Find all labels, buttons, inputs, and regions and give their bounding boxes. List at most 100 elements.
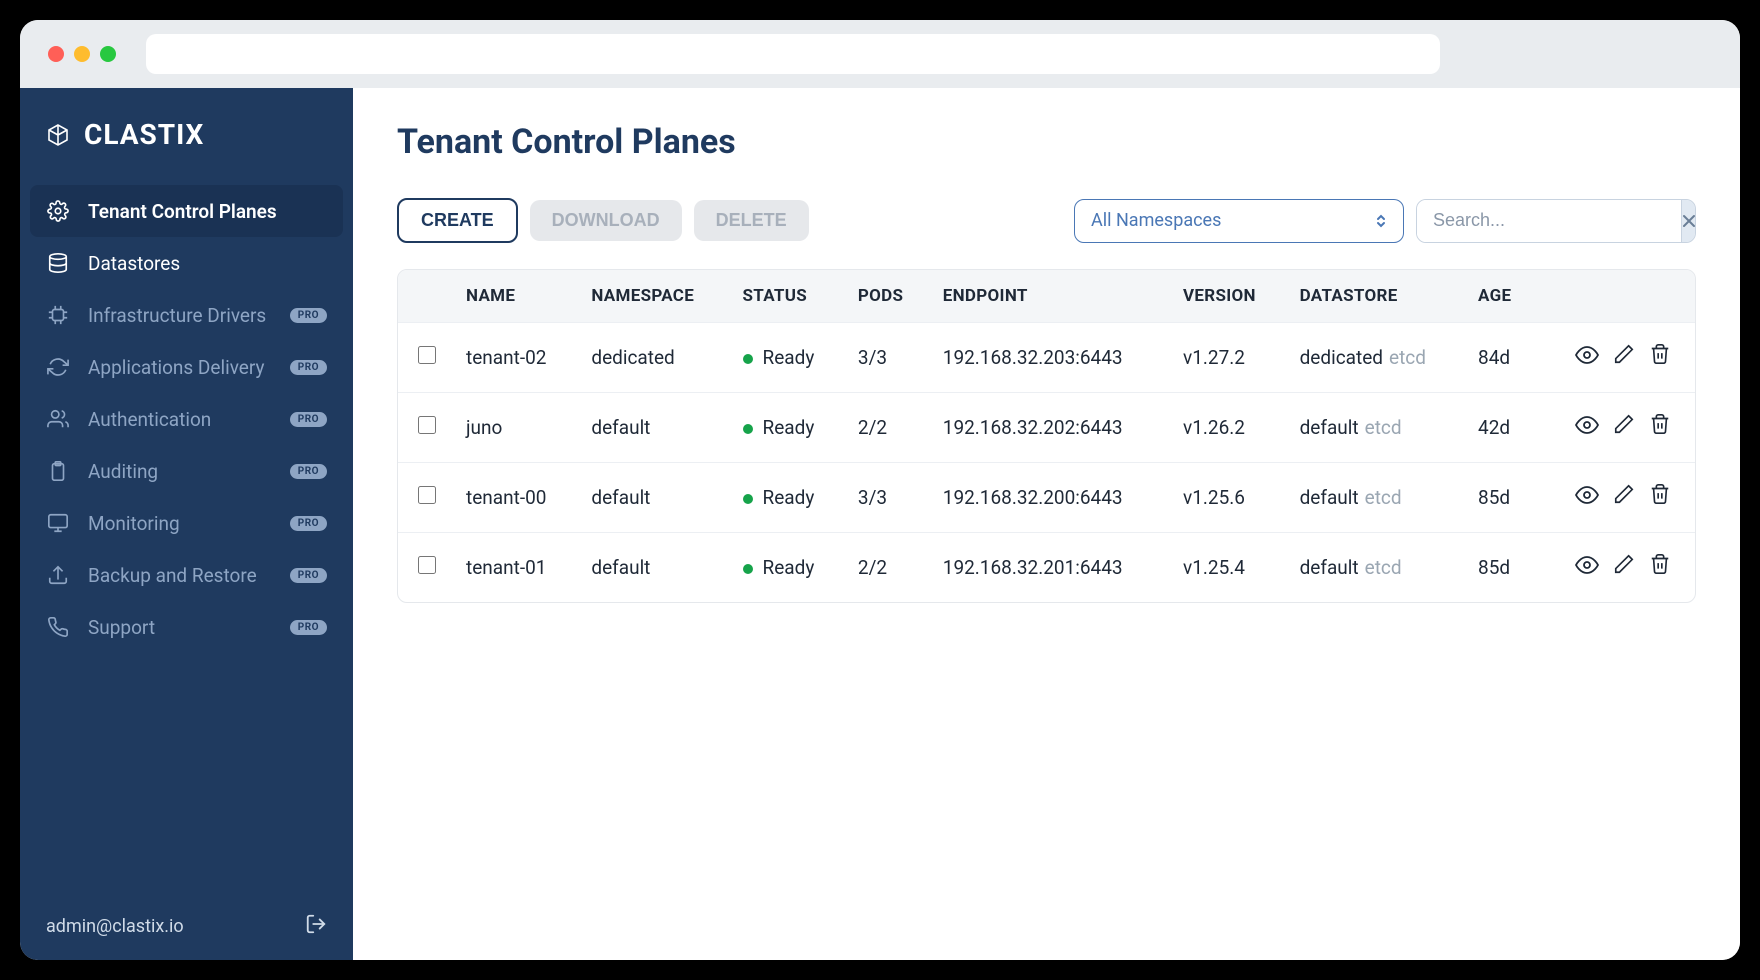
cell-status: Ready (729, 323, 844, 393)
create-button[interactable]: CREATE (397, 198, 518, 243)
gear-icon (46, 199, 70, 223)
pro-badge: PRO (290, 620, 327, 635)
sidebar-item-monitoring[interactable]: MonitoringPRO (20, 497, 353, 549)
phone-icon (46, 615, 70, 639)
cell-name: tenant-01 (452, 533, 577, 603)
users-icon (46, 407, 70, 431)
sidebar-item-infrastructure-drivers[interactable]: Infrastructure Drivers PRO (20, 289, 353, 341)
edit-icon[interactable] (1613, 343, 1635, 372)
cell-age: 85d (1464, 533, 1535, 603)
download-button[interactable]: DOWNLOAD (530, 200, 682, 241)
search-field (1416, 199, 1696, 243)
namespace-select[interactable]: All Namespaces (1074, 199, 1404, 243)
chevron-updown-icon (1375, 212, 1387, 230)
sidebar-item-tenant-control-planes[interactable]: Tenant Control Planes (30, 185, 343, 237)
status-dot-icon (743, 564, 753, 574)
row-checkbox[interactable] (418, 416, 436, 434)
sidebar-item-backup-and-restore[interactable]: Backup and RestorePRO (20, 549, 353, 601)
logout-icon[interactable] (305, 913, 327, 940)
cell-namespace: default (577, 533, 728, 603)
brand-logo-icon (46, 123, 70, 147)
cell-status: Ready (729, 393, 844, 463)
col-actions (1535, 270, 1695, 323)
table-row: junodefaultReady2/2192.168.32.202:6443v1… (398, 393, 1695, 463)
cell-namespace: default (577, 463, 728, 533)
cell-endpoint: 192.168.32.203:6443 (929, 323, 1169, 393)
user-email: admin@clastix.io (46, 916, 184, 937)
sidebar-item-label: Support (88, 616, 272, 639)
cell-version: v1.25.6 (1169, 463, 1286, 533)
view-icon[interactable] (1575, 483, 1599, 512)
table-row: tenant-01defaultReady2/2192.168.32.201:6… (398, 533, 1695, 603)
sidebar: CLASTIX Tenant Control PlanesDatastoresI… (20, 88, 353, 960)
edit-icon[interactable] (1613, 413, 1635, 442)
window-close-button[interactable] (48, 46, 64, 62)
sidebar-item-support[interactable]: Support PRO (20, 601, 353, 653)
cell-name: tenant-02 (452, 323, 577, 393)
main-content: Tenant Control Planes CREATE DOWNLOAD DE… (353, 88, 1740, 960)
traffic-lights (48, 46, 116, 62)
row-checkbox[interactable] (418, 486, 436, 504)
cell-datastore: defaultetcd (1286, 463, 1464, 533)
search-input[interactable] (1417, 200, 1681, 242)
pro-badge: PRO (290, 360, 327, 375)
cell-endpoint: 192.168.32.201:6443 (929, 533, 1169, 603)
table-header-row: NAME NAMESPACE STATUS PODS ENDPOINT VERS… (398, 270, 1695, 323)
sidebar-item-applications-delivery[interactable]: Applications Delivery PRO (20, 341, 353, 393)
cell-name: juno (452, 393, 577, 463)
sidebar-item-auditing[interactable]: AuditingPRO (20, 445, 353, 497)
sidebar-item-label: Authentication (88, 408, 272, 431)
col-datastore: DATASTORE (1286, 270, 1464, 323)
delete-icon[interactable] (1649, 553, 1671, 582)
table-container: NAME NAMESPACE STATUS PODS ENDPOINT VERS… (397, 269, 1696, 603)
window-minimize-button[interactable] (74, 46, 90, 62)
cell-age: 85d (1464, 463, 1535, 533)
sidebar-item-label: Tenant Control Planes (88, 200, 327, 223)
window: CLASTIX Tenant Control PlanesDatastoresI… (20, 20, 1740, 960)
row-checkbox[interactable] (418, 556, 436, 574)
delete-icon[interactable] (1649, 483, 1671, 512)
brand-name: CLASTIX (84, 118, 204, 151)
status-dot-icon (743, 354, 753, 364)
view-icon[interactable] (1575, 413, 1599, 442)
row-checkbox[interactable] (418, 346, 436, 364)
pro-badge: PRO (290, 412, 327, 427)
sidebar-item-label: Backup and Restore (88, 564, 272, 587)
brand: CLASTIX (20, 88, 353, 181)
page-title: Tenant Control Planes (397, 122, 1696, 162)
database-icon (46, 251, 70, 275)
edit-icon[interactable] (1613, 553, 1635, 582)
status-dot-icon (743, 494, 753, 504)
sidebar-item-label: Infrastructure Drivers (88, 304, 272, 327)
cell-endpoint: 192.168.32.202:6443 (929, 393, 1169, 463)
cell-namespace: default (577, 393, 728, 463)
view-icon[interactable] (1575, 343, 1599, 372)
sidebar-item-datastores[interactable]: Datastores (20, 237, 353, 289)
sidebar-item-label: Applications Delivery (88, 356, 272, 379)
table-row: tenant-02dedicatedReady3/3192.168.32.203… (398, 323, 1695, 393)
delete-icon[interactable] (1649, 413, 1671, 442)
col-namespace: NAMESPACE (577, 270, 728, 323)
monitor-icon (46, 511, 70, 535)
delete-icon[interactable] (1649, 343, 1671, 372)
col-version: VERSION (1169, 270, 1286, 323)
toolbar: CREATE DOWNLOAD DELETE All Namespaces (397, 198, 1696, 243)
sidebar-item-authentication[interactable]: Authentication PRO (20, 393, 353, 445)
view-icon[interactable] (1575, 553, 1599, 582)
cell-endpoint: 192.168.32.200:6443 (929, 463, 1169, 533)
url-bar[interactable] (146, 34, 1440, 74)
cell-version: v1.27.2 (1169, 323, 1286, 393)
col-pods: PODS (844, 270, 929, 323)
pro-badge: PRO (290, 308, 327, 323)
window-zoom-button[interactable] (100, 46, 116, 62)
cell-pods: 3/3 (844, 323, 929, 393)
refresh-icon (46, 355, 70, 379)
delete-button[interactable]: DELETE (694, 200, 809, 241)
cell-status: Ready (729, 533, 844, 603)
col-status: STATUS (729, 270, 844, 323)
sidebar-nav: Tenant Control PlanesDatastoresInfrastru… (20, 181, 353, 893)
edit-icon[interactable] (1613, 483, 1635, 512)
pro-badge: PRO (290, 464, 327, 479)
upload-icon (46, 563, 70, 587)
search-clear-button[interactable] (1681, 200, 1696, 242)
